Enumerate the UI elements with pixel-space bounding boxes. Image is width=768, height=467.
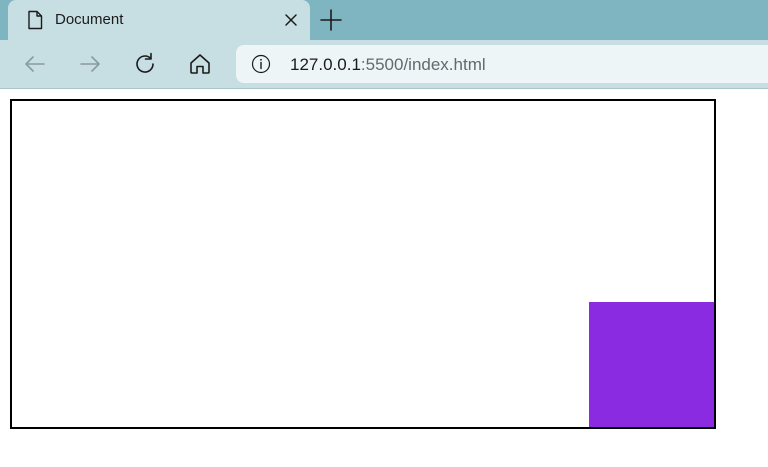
new-tab-icon[interactable] (318, 7, 344, 33)
purple-box (589, 302, 714, 427)
tab-title: Document (55, 11, 124, 28)
home-icon[interactable] (186, 50, 214, 78)
url-text: 127.0.0.1:5500/index.html (290, 55, 486, 75)
page-viewport (0, 89, 768, 467)
toolbar: 127.0.0.1:5500/index.html (0, 40, 768, 89)
forward-icon[interactable] (76, 50, 104, 78)
browser-window: Document 127.0.0.1:5500/index.html (0, 0, 768, 467)
bordered-container (10, 99, 716, 429)
tab-strip: Document (0, 0, 768, 40)
info-icon[interactable] (251, 54, 271, 74)
tab-document[interactable]: Document (8, 0, 310, 40)
close-icon[interactable] (282, 11, 300, 29)
address-bar[interactable]: 127.0.0.1:5500/index.html (236, 45, 768, 83)
back-icon[interactable] (21, 50, 49, 78)
refresh-icon[interactable] (131, 50, 159, 78)
document-icon (28, 10, 43, 30)
url-path: :5500/index.html (360, 55, 486, 74)
url-host: 127.0.0.1 (290, 55, 361, 74)
